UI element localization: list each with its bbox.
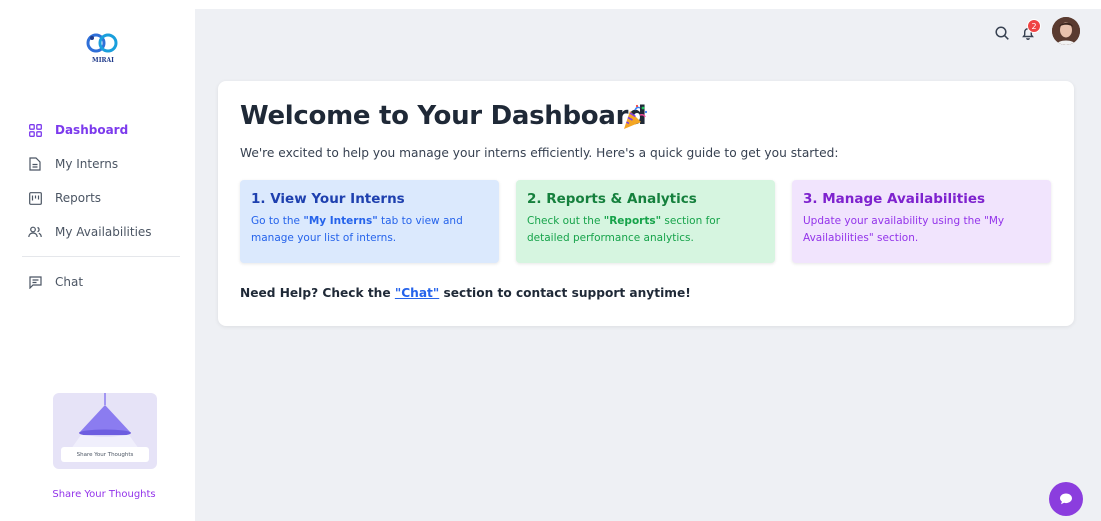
user-avatar[interactable] [1052,17,1080,45]
chat-icon [27,274,43,290]
guide-card-text: Go to the "My Interns" tab to view and m… [251,215,463,244]
welcome-card: Welcome to Your Dashboard We're excited … [218,81,1074,326]
sidebar-nav: Dashboard My Interns Reports My Availabi… [22,113,182,299]
page-title: Welcome to Your Dashboard [240,101,647,131]
chat-bubble-icon [1060,493,1072,505]
guide-card-availabilities: 3. Manage Availabilities Update your ava… [792,180,1051,263]
sidebar-item-label: Dashboard [55,123,129,137]
chat-fab-button[interactable] [1049,482,1083,516]
sidebar-item-label: Chat [55,275,84,289]
infinity-logo-icon [86,33,118,53]
sidebar-item-my-interns[interactable]: My Interns [22,147,182,181]
sidebar-item-chat[interactable]: Chat [22,265,182,299]
sidebar-divider [22,256,180,257]
reports-icon [27,190,43,206]
sidebar-item-dashboard[interactable]: Dashboard [22,113,182,147]
brand-logo[interactable]: MIRAI [82,31,124,69]
top-strip [0,0,1101,9]
guide-card-reports: 2. Reports & Analytics Check out the "Re… [516,180,775,263]
help-text: Need Help? Check the "Chat" section to c… [240,286,691,300]
feedback-promo-card: Share Your Thoughts [53,393,157,469]
sidebar-item-label: Reports [55,191,102,205]
guide-card-text: Check out the "Reports" section for deta… [527,215,721,244]
sidebar: MIRAI Dashboard My Interns Reports My Av… [0,9,195,521]
sidebar-item-label: My Availabilities [55,225,152,239]
lamp-illustration [71,393,139,449]
share-thoughts-button[interactable]: Share Your Thoughts [61,447,149,462]
document-icon [27,156,43,172]
logo-text: MIRAI [92,57,114,64]
users-icon [27,224,43,240]
notification-badge: 2 [1027,19,1041,33]
guide-card-title: 2. Reports & Analytics [527,191,697,207]
intro-text: We're excited to help you manage your in… [240,146,839,160]
share-thoughts-link[interactable]: Share Your Thoughts [0,489,208,500]
guide-card-view-interns: 1. View Your Interns Go to the "My Inter… [240,180,499,263]
guide-card-title: 3. Manage Availabilities [803,191,986,207]
dashboard-grid-icon [27,122,43,138]
search-icon[interactable] [994,25,1010,41]
guide-card-title: 1. View Your Interns [251,191,405,207]
sidebar-item-reports[interactable]: Reports [22,181,182,215]
guide-card-text: Update your availability using the "My A… [803,215,1005,244]
sidebar-item-label: My Interns [55,157,119,171]
sidebar-item-my-availabilities[interactable]: My Availabilities [22,215,182,249]
party-popper-icon [621,103,649,131]
chat-help-link[interactable]: "Chat" [395,286,439,300]
